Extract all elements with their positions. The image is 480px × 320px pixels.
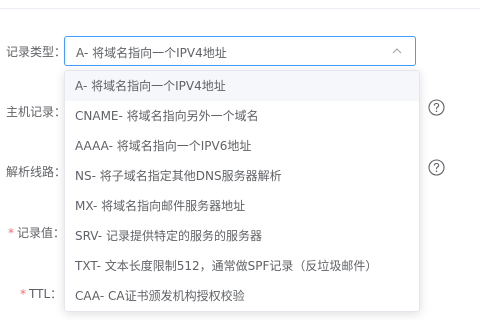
record-value-label-text: 记录值： [17,226,66,240]
record-type-dropdown: A- 将域名指向一个IPV4地址 CNAME- 将域名指向另外一个域名 AAAA… [64,70,420,312]
ttl-label-text: TTL： [29,287,63,301]
required-mark: * [8,226,14,240]
record-value-label: * 记录值： [8,224,65,241]
dropdown-option-caa[interactable]: CAA- CA证书颁发机构授权校验 [65,281,419,311]
dropdown-option-aaaa[interactable]: AAAA- 将域名指向一个IPV6地址 [65,131,419,161]
record-type-select-value: A- 将域名指向一个IPV4地址 [76,46,227,60]
top-divider [0,8,480,9]
dropdown-option-srv[interactable]: SRV- 记录提供特定的服务的服务器 [65,221,419,251]
dropdown-option-txt[interactable]: TXT- 文本长度限制512，通常做SPF记录（反垃圾邮件） [65,251,419,281]
ttl-label: * TTL： [20,285,62,302]
chevron-up-icon [392,48,402,54]
record-type-label: 记录类型： [6,45,67,59]
dropdown-option-mx[interactable]: MX- 将域名指向邮件服务器地址 [65,191,419,221]
dropdown-option-ns[interactable]: NS- 将子域名指定其他DNS服务器解析 [65,161,419,191]
line-help-icon[interactable] [428,159,445,176]
host-help-icon[interactable] [428,99,445,116]
dropdown-option-a[interactable]: A- 将域名指向一个IPV4地址 [65,71,419,101]
required-mark: * [20,287,26,301]
resolve-line-label: 解析线路： [6,165,67,179]
dropdown-option-cname[interactable]: CNAME- 将域名指向另外一个域名 [65,101,419,131]
record-type-select[interactable]: A- 将域名指向一个IPV4地址 [64,36,416,66]
host-record-label: 主机记录： [6,105,67,119]
